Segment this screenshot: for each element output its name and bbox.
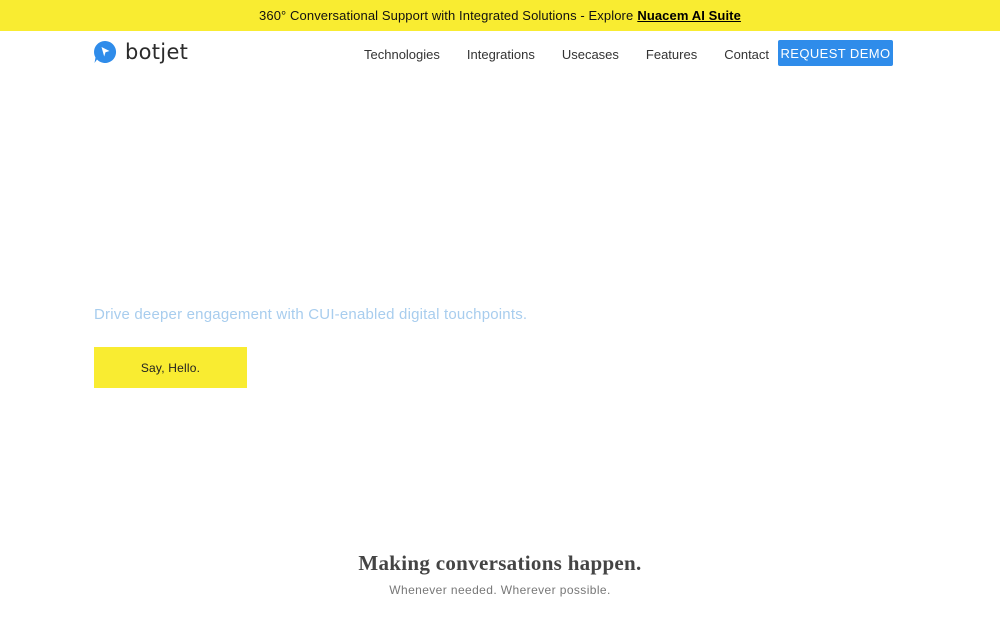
logo[interactable]: botjet [93,40,188,64]
nav-link-technologies[interactable]: Technologies [364,47,440,62]
nav-links: Technologies Integrations Usecases Featu… [364,47,796,62]
announcement-text: 360° Conversational Support with Integra… [259,8,634,23]
section-subheading: Whenever needed. Wherever possible. [389,583,611,597]
say-hello-button[interactable]: Say, Hello. [94,347,247,388]
logo-text: botjet [125,40,189,64]
hero-tagline: Drive deeper engagement with CUI-enabled… [94,306,528,323]
nav-link-contact[interactable]: Contact [724,47,769,62]
request-demo-button[interactable]: REQUEST DEMO [778,40,893,66]
announcement-bar: 360° Conversational Support with Integra… [0,0,1000,31]
announcement-link[interactable]: Nuacem AI Suite [637,8,741,23]
section-heading: Making conversations happen. [358,551,642,575]
chat-bubble-cursor-icon [94,40,117,63]
nav-link-usecases[interactable]: Usecases [562,47,619,62]
navbar: botjet Technologies Integrations Usecase… [0,31,1000,81]
nav-link-features[interactable]: Features [646,47,697,62]
nav-link-integrations[interactable]: Integrations [467,47,535,62]
